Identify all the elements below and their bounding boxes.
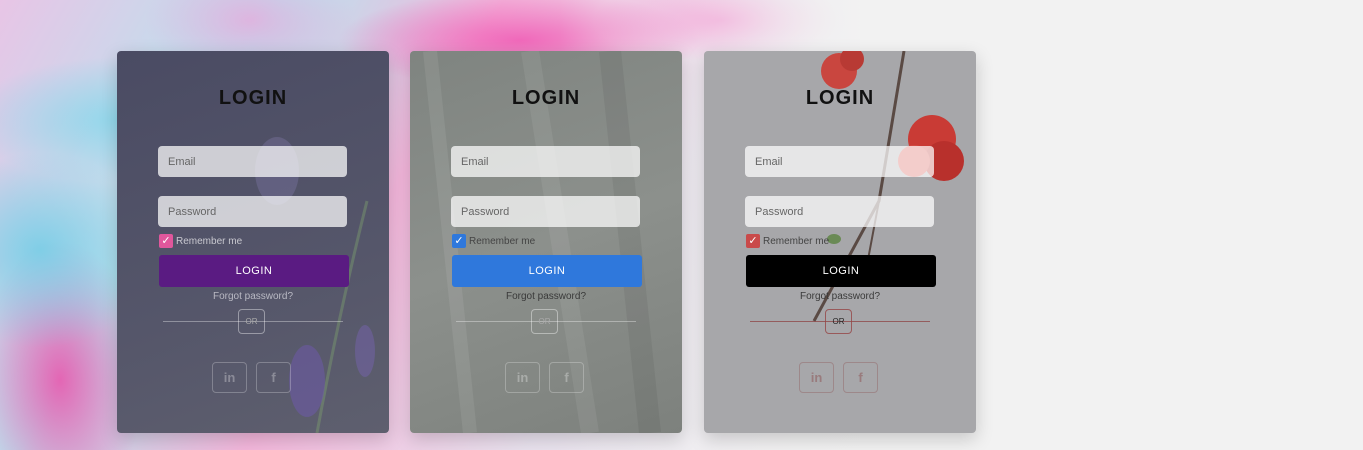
linkedin-icon: in bbox=[810, 370, 823, 385]
or-separator: OR bbox=[238, 309, 265, 334]
email-input[interactable] bbox=[158, 146, 347, 177]
login-title: LOGIN bbox=[218, 87, 288, 109]
or-separator: OR bbox=[531, 309, 558, 334]
or-separator: OR bbox=[825, 309, 852, 334]
login-card-lavender: LOGIN ✓ Remember me LOGIN Forgot passwor… bbox=[117, 51, 389, 433]
remember-me[interactable]: ✓ Remember me bbox=[746, 234, 829, 248]
remember-checkbox[interactable]: ✓ bbox=[746, 234, 760, 248]
login-button[interactable]: LOGIN bbox=[746, 255, 936, 287]
facebook-button[interactable]: f bbox=[843, 362, 878, 393]
remember-label: Remember me bbox=[763, 235, 830, 247]
linkedin-button[interactable]: in bbox=[505, 362, 540, 393]
login-button[interactable]: LOGIN bbox=[159, 255, 349, 287]
login-card-concrete: LOGIN ✓ Remember me LOGIN Forgot passwor… bbox=[410, 51, 682, 433]
password-input[interactable] bbox=[745, 196, 934, 227]
facebook-icon: f bbox=[271, 370, 276, 385]
remember-checkbox[interactable]: ✓ bbox=[452, 234, 466, 248]
facebook-button[interactable]: f bbox=[256, 362, 291, 393]
forgot-password-link[interactable]: Forgot password? bbox=[410, 291, 682, 302]
forgot-password-link[interactable]: Forgot password? bbox=[704, 291, 976, 302]
linkedin-icon: in bbox=[223, 370, 236, 385]
forgot-password-link[interactable]: Forgot password? bbox=[117, 291, 389, 302]
remember-label: Remember me bbox=[176, 235, 243, 247]
facebook-button[interactable]: f bbox=[549, 362, 584, 393]
remember-checkbox[interactable]: ✓ bbox=[159, 234, 173, 248]
linkedin-button[interactable]: in bbox=[212, 362, 247, 393]
login-title: LOGIN bbox=[511, 87, 581, 109]
email-input[interactable] bbox=[451, 146, 640, 177]
email-input[interactable] bbox=[745, 146, 934, 177]
login-button[interactable]: LOGIN bbox=[452, 255, 642, 287]
linkedin-button[interactable]: in bbox=[799, 362, 834, 393]
login-card-flower: LOGIN ✓ Remember me LOGIN Forgot passwor… bbox=[704, 51, 976, 433]
password-input[interactable] bbox=[158, 196, 347, 227]
remember-label: Remember me bbox=[469, 235, 536, 247]
facebook-icon: f bbox=[858, 370, 863, 385]
facebook-icon: f bbox=[564, 370, 569, 385]
remember-me[interactable]: ✓ Remember me bbox=[159, 234, 242, 248]
login-title: LOGIN bbox=[805, 87, 875, 109]
linkedin-icon: in bbox=[516, 370, 529, 385]
password-input[interactable] bbox=[451, 196, 640, 227]
remember-me[interactable]: ✓ Remember me bbox=[452, 234, 535, 248]
